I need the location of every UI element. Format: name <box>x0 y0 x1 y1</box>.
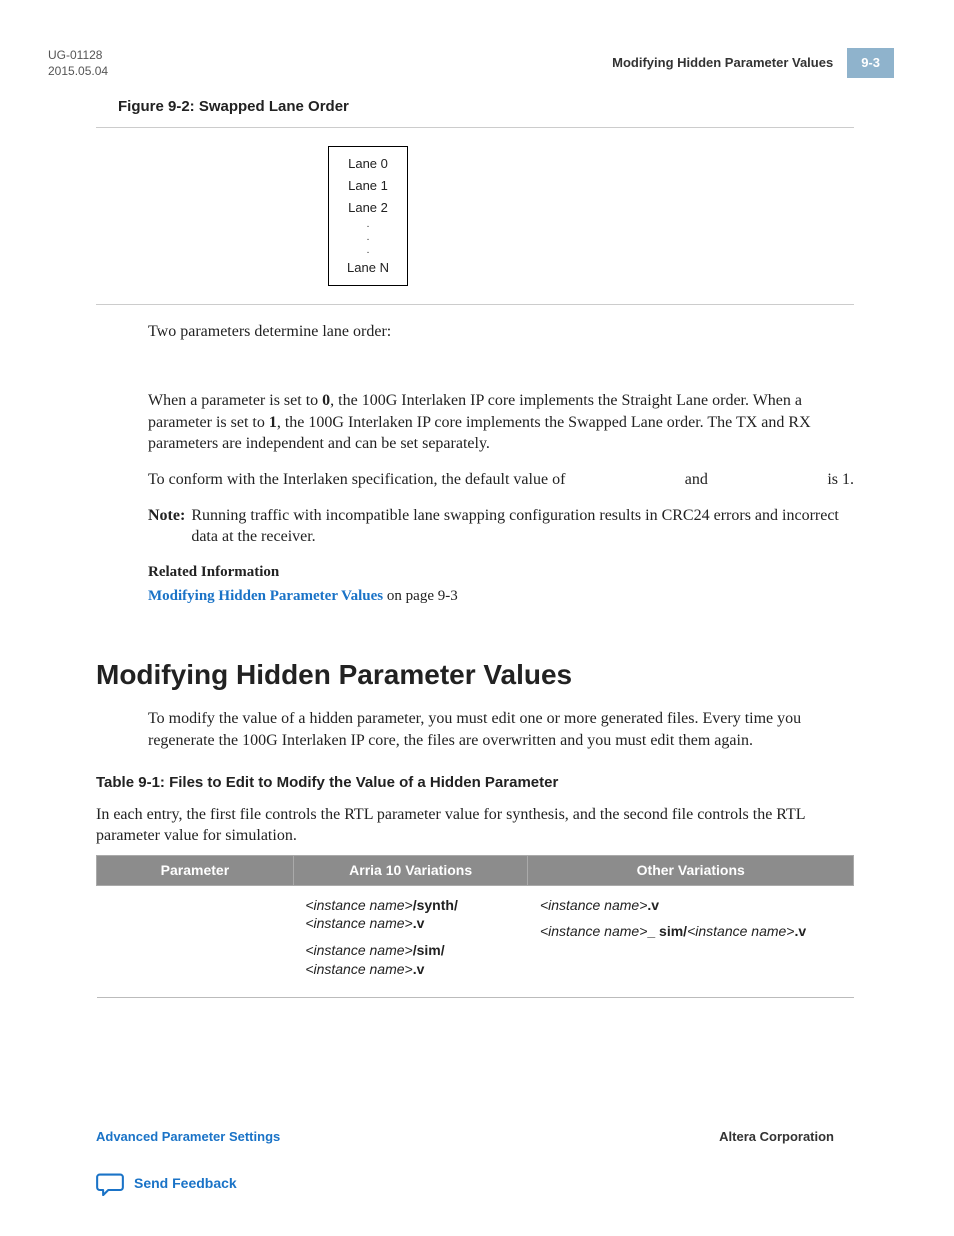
table-desc: In each entry, the first file controls t… <box>96 804 854 847</box>
lane-row: Lane N <box>329 257 407 279</box>
para-default: To conform with the Interlaken specifica… <box>148 469 854 491</box>
table-header-row: Parameter Arria 10 Variations Other Vari… <box>97 855 854 885</box>
table-row: <instance name>/synth/ <instance name>.v… <box>97 885 854 998</box>
lane-dot: . <box>329 218 407 231</box>
cell-parameter <box>97 885 294 998</box>
table-caption: Table 9-1: Files to Edit to Modify the V… <box>96 773 854 793</box>
lane-row: Lane 0 <box>329 153 407 175</box>
figure-rule-bottom <box>96 304 854 305</box>
page-number: 9-3 <box>847 48 894 78</box>
speech-bubble-icon <box>96 1172 124 1196</box>
para-set-values: When a parameter is set to 0, the 100G I… <box>148 390 854 455</box>
lane-row: Lane 1 <box>329 175 407 197</box>
note-text: Running traffic with incompatible lane s… <box>191 505 854 548</box>
note-label: Note: <box>148 505 185 548</box>
related-info-heading: Related Information <box>148 562 854 582</box>
lane-dot: . <box>329 231 407 244</box>
th-parameter: Parameter <box>97 855 294 885</box>
files-table: Parameter Arria 10 Variations Other Vari… <box>96 855 854 998</box>
section-intro: To modify the value of a hidden paramete… <box>148 708 854 751</box>
doc-date: 2015.05.04 <box>48 64 108 80</box>
para-intro: Two parameters determine lane order: <box>148 321 854 343</box>
related-link-suffix: on page 9-3 <box>383 588 458 604</box>
related-link[interactable]: Modifying Hidden Parameter Values <box>148 588 383 604</box>
footer-right: Altera Corporation <box>719 1128 834 1146</box>
figure-caption: Figure 9-2: Swapped Lane Order <box>118 97 894 117</box>
section-heading: Modifying Hidden Parameter Values <box>96 656 854 694</box>
cell-other: <instance name>.v <instance name>_ sim/<… <box>528 885 854 998</box>
footer-left-link[interactable]: Advanced Parameter Settings <box>96 1128 280 1146</box>
feedback-label: Send Feedback <box>134 1174 237 1193</box>
figure-rule-top <box>96 127 854 128</box>
th-other: Other Variations <box>528 855 854 885</box>
lane-dot: . <box>329 244 407 257</box>
related-link-row: Modifying Hidden Parameter Values on pag… <box>148 586 854 606</box>
running-title: Modifying Hidden Parameter Values <box>602 48 847 78</box>
note: Note: Running traffic with incompatible … <box>148 505 854 548</box>
send-feedback[interactable]: Send Feedback <box>96 1172 894 1196</box>
cell-arria: <instance name>/synth/ <instance name>.v… <box>293 885 528 998</box>
doc-id: UG-01128 <box>48 48 108 64</box>
doc-id-block: UG-01128 2015.05.04 <box>48 48 108 79</box>
lane-row: Lane 2 <box>329 197 407 219</box>
th-arria: Arria 10 Variations <box>293 855 528 885</box>
lane-order-box: Lane 0 Lane 1 Lane 2 . . . Lane N <box>328 146 408 285</box>
